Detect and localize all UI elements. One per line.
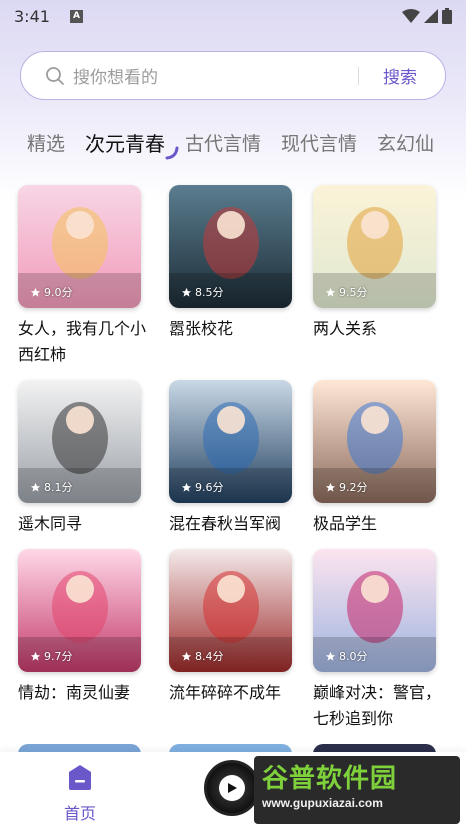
book-rating: 8.4分 [181, 648, 224, 664]
book-title[interactable]: 遥木同寻 [18, 511, 146, 537]
book-card[interactable]: 9.6分混在春秋当军阀 [169, 380, 309, 537]
search-icon [46, 66, 64, 85]
book-card[interactable]: 9.2分极品学生 [313, 380, 453, 537]
watermark-title: 谷普软件园 [262, 764, 398, 794]
nav-home[interactable]: 首页 [58, 762, 102, 824]
book-card[interactable]: 8.1分遥木同寻 [18, 380, 158, 537]
book-title[interactable]: 混在春秋当军阀 [169, 511, 297, 537]
category-tabs: 精选 次元青春 古代言情 现代言情 玄幻仙 [0, 122, 466, 162]
rating-value: 8.1分 [44, 481, 73, 494]
book-cover[interactable]: 8.5分 [169, 185, 292, 308]
star-icon [181, 482, 192, 492]
active-tab-indicator [165, 146, 179, 159]
tab-label: 次元青春 [85, 131, 166, 156]
search-button[interactable]: 搜索 [383, 63, 417, 88]
book-title[interactable]: 女人，我有几个小西红柿 [18, 316, 146, 368]
search-divider [358, 66, 359, 85]
book-cover[interactable]: 9.6分 [169, 380, 292, 503]
tab-xiandai-yanqing[interactable]: 现代言情 [281, 129, 357, 156]
star-icon [30, 287, 41, 297]
tab-gudai-yanqing[interactable]: 古代言情 [185, 129, 261, 156]
audio-player-button[interactable] [204, 760, 260, 816]
book-cover[interactable]: 8.4分 [169, 549, 292, 672]
rating-value: 9.2分 [339, 481, 368, 494]
play-icon [219, 775, 245, 801]
search-input[interactable]: 搜你想看的 [73, 63, 358, 88]
star-icon [30, 651, 41, 661]
tab-ciyuan-qingchun[interactable]: 次元青春 [85, 128, 179, 159]
book-rating: 9.0分 [30, 284, 73, 300]
book-rating: 9.2分 [325, 479, 368, 495]
status-bar: 3:41 A [0, 0, 466, 32]
book-title[interactable]: 巅峰对决：警官，七秒追到你 [313, 680, 441, 732]
nav-home-label: 首页 [63, 804, 96, 823]
book-title[interactable]: 流年碎碎不成年 [169, 680, 297, 706]
search-bar[interactable]: 搜你想看的 搜索 [20, 51, 446, 100]
book-cover[interactable]: 8.1分 [18, 380, 141, 503]
book-card[interactable]: 8.5分嚣张校花 [169, 185, 309, 342]
tab-xuanhuan[interactable]: 玄幻仙 [377, 129, 434, 156]
book-cover[interactable]: 9.5分 [313, 185, 436, 308]
book-title[interactable]: 极品学生 [313, 511, 441, 537]
rating-value: 8.5分 [195, 286, 224, 299]
star-icon [325, 482, 336, 492]
rating-value: 8.4分 [195, 650, 224, 663]
star-icon [30, 482, 41, 492]
book-rating: 9.6分 [181, 479, 224, 495]
wifi-icon [402, 9, 420, 23]
book-title[interactable]: 嚣张校花 [169, 316, 297, 342]
book-cover[interactable]: 9.0分 [18, 185, 141, 308]
rating-value: 9.5分 [339, 286, 368, 299]
book-cover[interactable]: 9.2分 [313, 380, 436, 503]
book-title[interactable]: 两人关系 [313, 316, 441, 342]
book-rating: 8.1分 [30, 479, 73, 495]
tab-jingxuan[interactable]: 精选 [27, 129, 65, 156]
rating-value: 9.0分 [44, 286, 73, 299]
signal-icon [424, 9, 438, 23]
book-cover[interactable]: 9.7分 [18, 549, 141, 672]
star-icon [181, 287, 192, 297]
rating-value: 8.0分 [339, 650, 368, 663]
home-icon [69, 765, 91, 790]
status-time: 3:41 [14, 6, 50, 26]
star-icon [325, 651, 336, 661]
watermark-logo: 谷普软件园 www.gupuxiazai.com [254, 756, 460, 824]
rating-value: 9.7分 [44, 650, 73, 663]
book-rating: 9.5分 [325, 284, 368, 300]
book-card[interactable]: 9.0分女人，我有几个小西红柿 [18, 185, 158, 368]
book-card[interactable]: 8.0分巅峰对决：警官，七秒追到你 [313, 549, 453, 732]
star-icon [181, 651, 192, 661]
star-icon [325, 287, 336, 297]
book-card[interactable]: 9.5分两人关系 [313, 185, 453, 342]
book-rating: 8.0分 [325, 648, 368, 664]
status-icons [402, 8, 452, 24]
book-title[interactable]: 情劫：南灵仙妻 [18, 680, 146, 706]
book-rating: 9.7分 [30, 648, 73, 664]
book-cover[interactable]: 8.0分 [313, 549, 436, 672]
book-rating: 8.5分 [181, 284, 224, 300]
book-card[interactable]: 8.4分流年碎碎不成年 [169, 549, 309, 706]
book-card[interactable]: 9.7分情劫：南灵仙妻 [18, 549, 158, 706]
battery-icon [442, 8, 452, 24]
notification-icon: A [69, 9, 83, 23]
watermark-url: www.gupuxiazai.com [262, 796, 383, 810]
rating-value: 9.6分 [195, 481, 224, 494]
